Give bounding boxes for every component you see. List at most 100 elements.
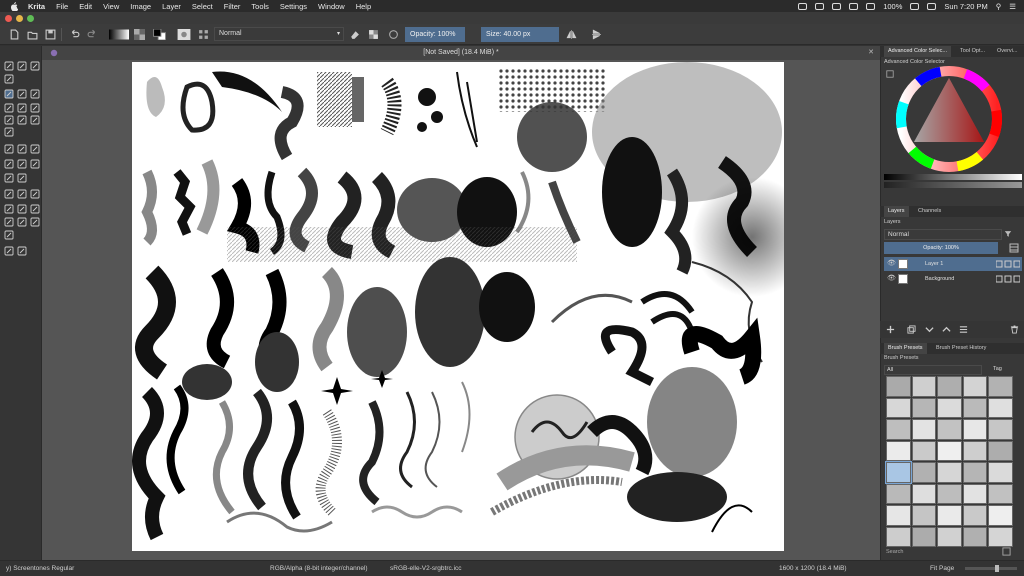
visibility-eye-icon[interactable]: 👁 <box>887 257 896 271</box>
menu-help[interactable]: Help <box>356 2 371 11</box>
open-document-icon[interactable] <box>27 29 38 40</box>
duplicate-layer-icon[interactable] <box>907 325 916 334</box>
new-document-icon[interactable] <box>9 29 20 40</box>
ellipse-select-icon[interactable] <box>17 201 27 214</box>
reload-preset-icon[interactable] <box>388 29 399 40</box>
rectangle-select-icon[interactable] <box>4 201 14 214</box>
brush-view-options-icon[interactable] <box>1002 547 1011 556</box>
blend-mode-select[interactable]: Normal ▾ <box>214 27 344 41</box>
brush-preset-thumbnail[interactable] <box>962 462 987 483</box>
layer-lock-icons[interactable] <box>996 275 1020 283</box>
zoom-slider[interactable] <box>965 565 1017 572</box>
brush-preset-thumbnail[interactable] <box>886 440 911 461</box>
tab-overview[interactable]: Overvi... <box>993 46 1021 57</box>
menu-select[interactable]: Select <box>192 2 213 11</box>
layer-row[interactable]: 👁 Background <box>884 272 1022 286</box>
brush-preset-thumbnail[interactable] <box>962 419 987 440</box>
brush-preset-thumbnail[interactable] <box>962 397 987 418</box>
brush-tag-button[interactable]: Tag <box>993 366 1002 372</box>
tab-brush-preset-history[interactable]: Brush Preset History <box>932 343 990 354</box>
redo-icon[interactable] <box>87 29 98 40</box>
layer-properties-icons[interactable] <box>996 260 1020 268</box>
menu-image[interactable]: Image <box>130 2 151 11</box>
brush-preset-thumbnail[interactable] <box>962 505 987 526</box>
brush-preset-thumbnail[interactable] <box>962 483 987 504</box>
brush-preset-thumbnail[interactable] <box>937 419 962 440</box>
brush-preset-thumbnail[interactable] <box>937 526 962 547</box>
brush-preset-icon[interactable] <box>177 29 191 40</box>
brush-preset-thumbnail[interactable] <box>988 419 1013 440</box>
brush-preset-thumbnail[interactable] <box>886 526 911 547</box>
brush-preset-thumbnail[interactable] <box>911 397 936 418</box>
move-layer-up-icon[interactable] <box>942 325 951 334</box>
brush-preset-thumbnail[interactable] <box>988 462 1013 483</box>
pattern-preset-icon[interactable] <box>134 29 145 40</box>
brush-preset-thumbnail[interactable] <box>911 376 936 397</box>
brush-preset-thumbnail[interactable] <box>885 461 912 484</box>
freehand-brush-tool-icon[interactable] <box>4 86 14 99</box>
pan-tool-icon[interactable] <box>17 243 27 256</box>
tab-channels[interactable]: Channels <box>914 206 945 217</box>
zoom-tool-icon[interactable] <box>4 243 14 256</box>
layer-row[interactable]: 👁 Layer 1 <box>884 257 1022 271</box>
brush-preset-thumbnail[interactable] <box>911 505 936 526</box>
gradient-preset-icon[interactable] <box>109 29 129 40</box>
color-history-strip[interactable] <box>884 174 1022 180</box>
visibility-eye-icon[interactable]: 👁 <box>887 272 896 286</box>
brush-preset-thumbnail[interactable] <box>988 376 1013 397</box>
text-tool-icon[interactable] <box>17 58 27 71</box>
delete-layer-icon[interactable] <box>1010 325 1019 334</box>
save-document-icon[interactable] <box>45 29 56 40</box>
measure-tool-icon[interactable] <box>17 186 27 199</box>
dynamic-brush-tool-icon[interactable] <box>30 112 40 125</box>
select-shapes-tool-icon[interactable] <box>4 58 14 71</box>
current-brush-name[interactable]: y) Screentones Regular <box>6 561 74 576</box>
polygon-tool-icon[interactable] <box>17 100 27 113</box>
multibrush-tool-icon[interactable] <box>4 124 14 137</box>
move-layer-down-icon[interactable] <box>925 325 934 334</box>
reference-tool-icon[interactable] <box>30 186 40 199</box>
assistant-tool-icon[interactable] <box>4 186 14 199</box>
brush-preset-thumbnail[interactable] <box>937 462 962 483</box>
contiguous-select-icon[interactable] <box>17 214 27 227</box>
color-picker-tool-icon[interactable] <box>17 156 27 169</box>
brush-preset-thumbnail[interactable] <box>988 505 1013 526</box>
menu-window[interactable]: Window <box>318 2 345 11</box>
battery-icon[interactable] <box>910 2 920 10</box>
brush-preset-thumbnail[interactable] <box>937 397 962 418</box>
mirror-horizontal-icon[interactable] <box>566 29 577 40</box>
brush-preset-thumbnail[interactable] <box>886 483 911 504</box>
move-tool-icon[interactable] <box>17 141 27 154</box>
window-zoom-button[interactable] <box>27 15 34 22</box>
colorize-mask-tool-icon[interactable] <box>30 156 40 169</box>
wifi-icon[interactable] <box>849 2 859 10</box>
gradient-tool-icon[interactable] <box>4 156 14 169</box>
creative-cloud-icon[interactable] <box>798 2 808 10</box>
fill-tool-icon[interactable] <box>17 170 27 183</box>
brush-preset-thumbnail[interactable] <box>988 397 1013 418</box>
ellipse-tool-icon[interactable] <box>4 100 14 113</box>
volume-icon[interactable] <box>866 2 876 10</box>
line-tool-icon[interactable] <box>17 86 27 99</box>
notification-center-icon[interactable]: ☰ <box>1009 2 1016 11</box>
rectangle-tool-icon[interactable] <box>30 86 40 99</box>
brush-preset-thumbnail[interactable] <box>911 462 936 483</box>
transform-tool-icon[interactable] <box>4 141 14 154</box>
brush-preset-thumbnail[interactable] <box>911 419 936 440</box>
brush-tag-filter-select[interactable]: All <box>884 365 982 375</box>
menu-settings[interactable]: Settings <box>280 2 307 11</box>
brush-preset-thumbnail[interactable] <box>886 419 911 440</box>
brush-preset-thumbnail[interactable] <box>886 397 911 418</box>
add-layer-icon[interactable] <box>886 325 895 334</box>
brush-preset-thumbnail[interactable] <box>886 376 911 397</box>
brush-search-input[interactable]: Search <box>884 547 984 557</box>
grid-preset-icon[interactable] <box>198 29 209 40</box>
calligraphy-tool-icon[interactable] <box>4 71 14 84</box>
preserve-alpha-icon[interactable] <box>368 29 379 40</box>
flag-icon[interactable] <box>927 2 937 10</box>
mirror-vertical-icon[interactable] <box>591 29 602 40</box>
freehand-select-icon[interactable] <box>4 214 14 227</box>
tab-brush-presets[interactable]: Brush Presets <box>884 343 927 354</box>
document-tab[interactable]: [Not Saved] (18.4 MiB) * ✕ <box>42 46 880 60</box>
crop-tool-icon[interactable] <box>30 141 40 154</box>
